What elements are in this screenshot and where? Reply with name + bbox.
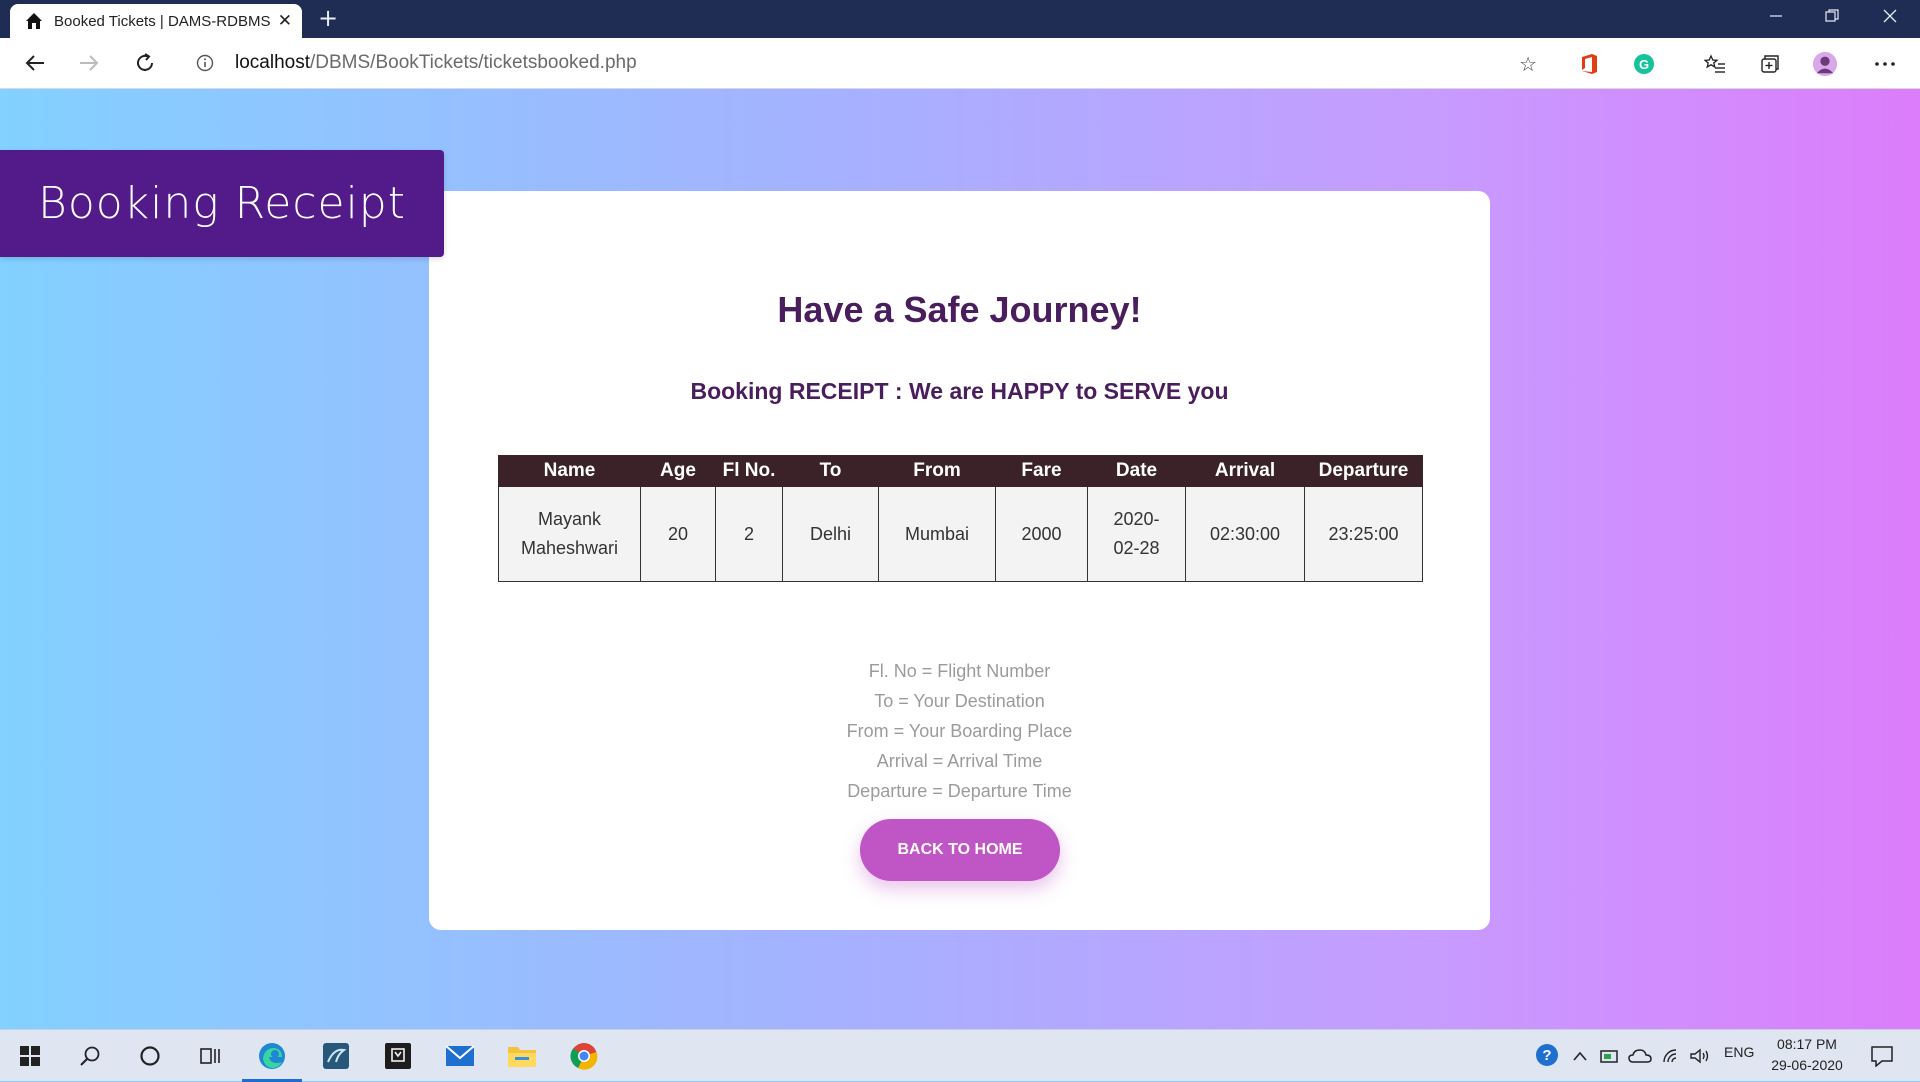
- info-icon[interactable]: [196, 54, 214, 72]
- favorite-star-icon[interactable]: ☆: [1519, 52, 1537, 76]
- legend-item: To = Your Destination: [874, 691, 1045, 711]
- mysql-workbench-icon[interactable]: [318, 1038, 354, 1074]
- cell-fare: 2000: [995, 486, 1088, 582]
- chrome-icon[interactable]: [566, 1038, 602, 1074]
- clock-time: 08:17 PM: [1777, 1036, 1837, 1052]
- cell-date: 2020- 02-28: [1087, 486, 1186, 582]
- clock-date: 29-06-2020: [1771, 1057, 1843, 1073]
- booking-receipt-banner: Booking Receipt: [0, 150, 444, 257]
- grammarly-extension-icon[interactable]: G: [1631, 51, 1657, 77]
- table-header-row: Name Age Fl No. To From Fare Date Arriva…: [498, 455, 1423, 487]
- address-bar[interactable]: localhost/DBMS/BookTickets/ticketsbooked…: [180, 45, 1555, 81]
- column-header: From: [878, 455, 996, 487]
- svg-text:G: G: [1639, 57, 1649, 72]
- cell-from: Mumbai: [878, 486, 996, 582]
- collections-icon[interactable]: [1757, 51, 1783, 77]
- cell-departure: 23:25:00: [1304, 486, 1423, 582]
- receipt-card: Have a Safe Journey! Booking RECEIPT : W…: [429, 191, 1490, 930]
- column-header: Fl No.: [715, 455, 783, 487]
- close-window-button[interactable]: [1862, 0, 1918, 32]
- windows-taskbar: ? ENG 08:17 PM 29-06-2020: [0, 1029, 1920, 1082]
- mail-icon[interactable]: [442, 1038, 478, 1074]
- new-tab-button[interactable]: +: [318, 4, 338, 32]
- column-header: Arrival: [1185, 455, 1305, 487]
- cell-to: Delhi: [782, 486, 879, 582]
- browser-titlebar: Booked Tickets | DAMS-RDBMS ✕ +: [0, 0, 1920, 38]
- cell-name: Mayank Maheshwari: [498, 486, 641, 582]
- page-background: Booking Receipt Have a Safe Journey! Boo…: [0, 89, 1920, 1029]
- file-explorer-icon[interactable]: [504, 1038, 540, 1074]
- code-editor-icon[interactable]: [380, 1038, 416, 1074]
- page-heading: Have a Safe Journey!: [777, 289, 1142, 330]
- notification-icon[interactable]: [1864, 1038, 1900, 1074]
- home-icon: [26, 13, 42, 29]
- close-tab-icon[interactable]: ✕: [278, 11, 292, 31]
- legend-item: Arrival = Arrival Time: [876, 751, 1043, 771]
- back-to-home-button[interactable]: BACK TO HOME: [860, 819, 1060, 881]
- ticket-table: Name Age Fl No. To From Fare Date Arriva…: [498, 455, 1423, 582]
- browser-tab[interactable]: Booked Tickets | DAMS-RDBMS ✕: [10, 4, 302, 38]
- legend-item: Fl. No = Flight Number: [868, 661, 1051, 681]
- search-icon[interactable]: [72, 1038, 108, 1074]
- cell-flight-no: 2: [715, 486, 783, 582]
- back-arrow-icon[interactable]: [20, 48, 50, 78]
- minimize-button[interactable]: [1748, 0, 1804, 32]
- column-header: Departure: [1304, 455, 1423, 487]
- browser-toolbar: localhost/DBMS/BookTickets/ticketsbooked…: [0, 38, 1920, 89]
- start-windows-icon[interactable]: [12, 1038, 48, 1074]
- column-header: Age: [640, 455, 716, 487]
- tab-title: Booked Tickets | DAMS-RDBMS: [54, 12, 271, 30]
- cell-arrival: 02:30:00: [1185, 486, 1305, 582]
- restore-button[interactable]: [1804, 0, 1860, 32]
- cell-age: 20: [640, 486, 716, 582]
- language-indicator[interactable]: ENG: [1724, 1044, 1754, 1060]
- column-header: Name: [498, 455, 641, 487]
- column-header: To: [782, 455, 879, 487]
- legend-item: From = Your Boarding Place: [846, 721, 1073, 741]
- clock[interactable]: 08:17 PM 29-06-2020: [1762, 1034, 1852, 1076]
- favorites-list-icon[interactable]: [1702, 51, 1728, 77]
- abbreviation-legend: Fl. No = Flight Number To = Your Destina…: [429, 656, 1490, 806]
- column-header: Date: [1087, 455, 1186, 487]
- page-subheading: Booking RECEIPT : We are HAPPY to SERVE …: [690, 378, 1229, 404]
- refresh-icon[interactable]: [130, 48, 160, 78]
- more-options-icon[interactable]: [1872, 51, 1898, 77]
- svg-text:?: ?: [1542, 1047, 1551, 1064]
- cortana-icon[interactable]: [132, 1038, 168, 1074]
- onedrive-cloud-icon[interactable]: [1622, 1038, 1658, 1074]
- profile-avatar[interactable]: [1812, 51, 1838, 77]
- office-extension-icon[interactable]: [1576, 51, 1602, 77]
- forward-arrow-icon[interactable]: [74, 48, 104, 78]
- url-text[interactable]: localhost/DBMS/BookTickets/ticketsbooked…: [235, 52, 637, 74]
- task-view-icon[interactable]: [192, 1038, 228, 1074]
- help-icon[interactable]: ?: [1530, 1038, 1566, 1074]
- column-header: Fare: [995, 455, 1088, 487]
- edge-browser-icon[interactable]: [242, 1038, 302, 1082]
- volume-icon[interactable]: [1682, 1038, 1718, 1074]
- legend-item: Departure = Departure Time: [847, 781, 1072, 801]
- table-row: Mayank Maheshwari 20 2 Delhi Mumbai 2000 …: [498, 486, 1423, 582]
